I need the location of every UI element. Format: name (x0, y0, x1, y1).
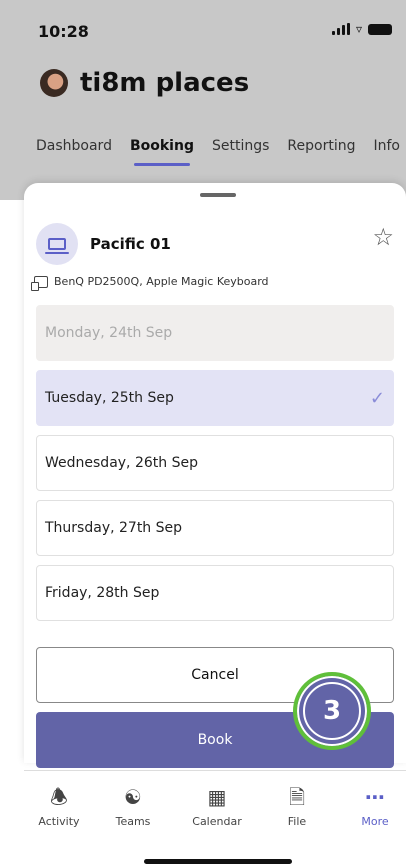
tab-dashboard[interactable]: Dashboard (36, 138, 112, 154)
status-icons: ▿ (331, 22, 392, 36)
day-option-monday: Monday, 24th Sep (36, 305, 394, 361)
laptop-icon (45, 238, 69, 254)
home-indicator (144, 859, 292, 864)
favorite-star-icon[interactable]: ☆ (372, 225, 394, 249)
signal-icon (331, 23, 350, 35)
nav-label: More (361, 815, 389, 828)
devices-icon (31, 275, 48, 291)
tab-booking[interactable]: Booking (130, 138, 194, 166)
bottom-nav: 🕭 Activity ☯ Teams ▦ Calendar 🗎 File ⋯ M… (24, 770, 406, 868)
nav-file[interactable]: 🗎 File (262, 785, 332, 828)
day-label: Thursday, 27th Sep (45, 520, 183, 536)
day-label: Monday, 24th Sep (45, 325, 173, 341)
status-time: 10:28 (38, 22, 89, 41)
file-icon: 🗎 (288, 785, 306, 809)
step-number-badge: 3 (293, 672, 371, 750)
day-list[interactable]: Monday, 24th Sep Tuesday, 25th Sep ✓ Wed… (36, 305, 394, 631)
tab-bar: Dashboard Booking Settings Reporting Inf… (36, 138, 400, 166)
day-option-tuesday[interactable]: Tuesday, 25th Sep ✓ (36, 370, 394, 426)
wifi-icon: ▿ (355, 22, 362, 36)
tab-reporting[interactable]: Reporting (287, 138, 355, 154)
tab-settings[interactable]: Settings (212, 138, 269, 154)
day-label: Tuesday, 25th Sep (45, 390, 174, 406)
nav-more[interactable]: ⋯ More (340, 785, 406, 828)
app-header: ti8m places (40, 68, 249, 98)
bell-icon: 🕭 (50, 785, 68, 809)
teams-icon: ☯ (124, 785, 142, 809)
nav-label: Teams (115, 815, 151, 828)
nav-activity[interactable]: 🕭 Activity (24, 785, 94, 828)
day-label: Friday, 28th Sep (45, 585, 160, 601)
day-option-thursday[interactable]: Thursday, 27th Sep (36, 500, 394, 556)
sheet-drag-handle[interactable] (200, 193, 236, 197)
tab-info[interactable]: Info (373, 138, 400, 154)
day-option-wednesday[interactable]: Wednesday, 26th Sep (36, 435, 394, 491)
app-title: ti8m places (80, 68, 250, 98)
step-number: 3 (303, 682, 361, 740)
nav-calendar[interactable]: ▦ Calendar (182, 785, 252, 828)
battery-icon (368, 23, 392, 35)
checkmark-icon: ✓ (369, 387, 385, 409)
nav-label: File (287, 815, 307, 828)
nav-teams[interactable]: ☯ Teams (98, 785, 168, 828)
status-bar: 10:28 ▿ (0, 0, 406, 60)
calendar-icon: ▦ (207, 785, 227, 809)
equipment-list: BenQ PD2500Q, Apple Magic Keyboard (54, 275, 269, 288)
nav-label: Calendar (192, 815, 242, 828)
resource-avatar (36, 223, 78, 265)
avatar[interactable] (40, 69, 68, 97)
day-label: Wednesday, 26th Sep (45, 455, 198, 471)
day-option-friday[interactable]: Friday, 28th Sep (36, 565, 394, 621)
more-icon: ⋯ (365, 785, 385, 809)
nav-label: Activity (38, 815, 80, 828)
resource-name: Pacific 01 (90, 235, 171, 253)
equipment-row: BenQ PD2500Q, Apple Magic Keyboard (31, 275, 269, 291)
